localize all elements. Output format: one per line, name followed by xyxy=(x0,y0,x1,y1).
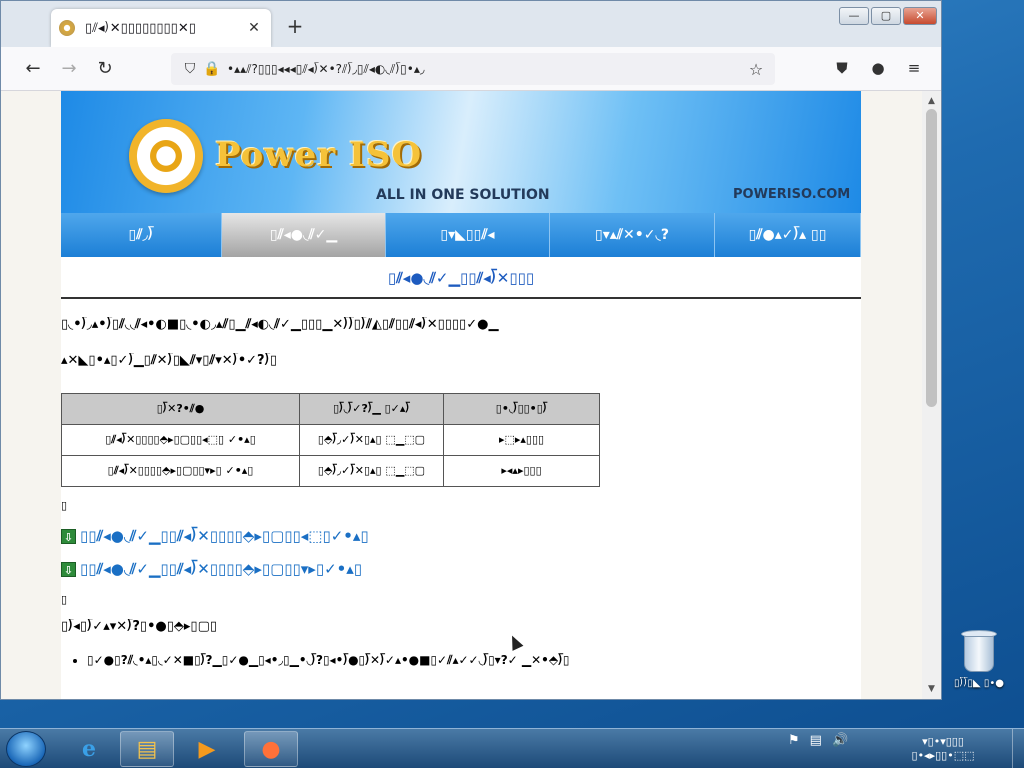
media-player-icon[interactable]: ▶ xyxy=(180,731,234,767)
table-cell: ▯⬘⟌◞✓⟌✕▯▴▯ ⬚▁⬚▢ xyxy=(299,424,444,456)
clock-date: ▯•◂▸▯▯•⬚⬚ xyxy=(911,749,975,762)
table-header: ▯⟌✕?•⫽● xyxy=(61,393,300,425)
tab-close-icon[interactable]: ✕ xyxy=(245,20,263,36)
web-page: Power ISO ALL IN ONE SOLUTION POWERISO.C… xyxy=(61,91,861,699)
minimize-button[interactable]: — xyxy=(839,7,869,25)
firefox-icon[interactable]: ● xyxy=(244,731,298,767)
download-link-label[interactable]: ▯▯⫽◂●◟⫽✓▁▯▯⫽◂⟌✕▯▯▯▯⬘▸▯▢▯▯▾▸▯✓•▴▯ xyxy=(80,560,362,578)
file-explorer-icon[interactable]: ▤ xyxy=(120,731,174,767)
download-arrow-icon: ⇩ xyxy=(61,528,76,544)
scroll-up-icon[interactable]: ▲ xyxy=(922,93,941,109)
intro-paragraph-2: ▴✕◣▯•▴▯✓⟌▁▯⫽✕⟌▯◣⫽▾▯⫽▾✕⟌•✓?⟌▯ xyxy=(61,353,277,368)
tagline: ALL IN ONE SOLUTION xyxy=(376,187,550,203)
menu-item-4[interactable]: ▯▾▴⫽✕•✓◟? xyxy=(550,213,715,257)
vertical-scrollbar[interactable]: ▲ ▼ xyxy=(922,91,941,699)
table-cell: ▸⬚▸▴▯▯▯ xyxy=(443,424,600,456)
menu-item-1[interactable]: ▯⫽◞⟌ xyxy=(61,213,222,257)
start-button[interactable] xyxy=(6,731,46,767)
notes-list: ▯✓●▯?⫽◟•▴▯◟✓✕■▯⟌?▁▯✓●▁▯◂•◞▯▁•◟⟌?▯◂•⟌●▯⟌✕… xyxy=(87,651,847,669)
download-link-label[interactable]: ▯▯⫽◂●◟⫽✓▁▯▯⫽◂⟌✕▯▯▯▯⬘▸▯▢▯▯◂⬚▯✓•▴▯ xyxy=(80,527,369,545)
logo-text[interactable]: Power ISO xyxy=(215,135,422,175)
table-row: ▯⫽◂⟌✕▯▯▯▯⬘▸▯▢▯▯▾▸▯ ✓•▴▯ ▯⬘⟌◞✓⟌✕▯▴▯ ⬚▁⬚▢ … xyxy=(61,455,600,487)
table-cell: ▯⫽◂⟌✕▯▯▯▯⬘▸▯▢▯▯▾▸▯ ✓•▴▯ xyxy=(61,455,300,487)
table-cell: ▯⬘⟌◞✓⟌✕▯▴▯ ⬚▁⬚▢ xyxy=(299,455,444,487)
page-title: ▯⫽◂●◟⫽✓▁▯▯⫽◂⟌✕▯▯▯ xyxy=(387,269,535,287)
download-link-32bit[interactable]: ⇩ ▯▯⫽◂●◟⫽✓▁▯▯⫽◂⟌✕▯▯▯▯⬘▸▯▢▯▯◂⬚▯✓•▴▯ xyxy=(61,527,369,545)
show-desktop-button[interactable] xyxy=(1012,729,1024,768)
text-marker: ▯ xyxy=(61,499,68,512)
internet-explorer-icon[interactable]: e xyxy=(62,731,116,767)
poweriso-logo-icon[interactable] xyxy=(129,119,203,193)
new-tab-button[interactable]: + xyxy=(283,15,307,37)
action-center-flag-icon[interactable]: ⚑ xyxy=(788,733,800,748)
scrollbar-thumb[interactable] xyxy=(926,109,937,407)
table-cell: ▯⫽◂⟌✕▯▯▯▯⬘▸▯▢▯▯◂⬚▯ ✓•▴▯ xyxy=(61,424,300,456)
recycle-bin-label: ▯⟌⟌▯◣ ▯•● xyxy=(953,678,1005,689)
clock[interactable]: ▾▯•▾▯▯▯ ▯•◂▸▯▯•⬚⬚ xyxy=(898,735,988,763)
page-viewport: Power ISO ALL IN ONE SOLUTION POWERISO.C… xyxy=(1,91,922,699)
tab-title: ▯⫽◂⟌✕▯▯▯▯▯▯▯▯✕▯ xyxy=(85,20,196,36)
shield-icon[interactable]: ⛉ xyxy=(179,61,201,77)
lock-icon[interactable]: 🔒 xyxy=(201,61,223,77)
pocket-icon[interactable]: ⛊ xyxy=(831,59,853,77)
navigation-toolbar: ← → ↻ ⛉ 🔒 •▴▴⫽?▯▯▯◂◂◂▯⫽◂⟌✕•?⫽⟌◞▯⫽◂◐◟⫽⟌▯•… xyxy=(1,47,941,91)
volume-icon[interactable]: 🔊 xyxy=(832,733,848,748)
tab-strip: ▯⫽◂⟌✕▯▯▯▯▯▯▯▯✕▯ ✕ + — ▢ ✕ xyxy=(1,1,941,47)
active-tab[interactable]: ▯⫽◂⟌✕▯▯▯▯▯▯▯▯✕▯ ✕ xyxy=(51,9,271,47)
text-marker: ▯ xyxy=(61,593,68,606)
site-banner: Power ISO ALL IN ONE SOLUTION POWERISO.C… xyxy=(61,91,861,213)
menu-item-5[interactable]: ▯⫽●▴✓⟌▴ ▯▯ xyxy=(715,213,861,257)
clock-time: ▾▯•▾▯▯▯ xyxy=(922,735,964,748)
window-controls: — ▢ ✕ xyxy=(839,7,937,25)
recycle-bin[interactable]: ▯⟌⟌▯◣ ▯•● xyxy=(944,628,1014,689)
menu-item-3[interactable]: ▯▾◣▯▯⫽◂ xyxy=(386,213,550,257)
table-row: ▯⫽◂⟌✕▯▯▯▯⬘▸▯▢▯▯◂⬚▯ ✓•▴▯ ▯⬘⟌◞✓⟌✕▯▴▯ ⬚▁⬚▢ … xyxy=(61,424,600,456)
close-window-button[interactable]: ✕ xyxy=(903,7,937,25)
notes-heading: ▯⟌◂▯⟌✓▴▾✕⟌?▯•●▯⬘▸▯▢▯ xyxy=(61,619,218,634)
url-text[interactable]: •▴▴⫽?▯▯▯◂◂◂▯⫽◂⟌✕•?⫽⟌◞▯⫽◂◐◟⫽⟌▯•▴◞ xyxy=(223,62,745,77)
recycle-bin-icon xyxy=(959,628,999,674)
menu-item-2[interactable]: ▯⫽◂●◟⫽✓▁ xyxy=(222,213,386,257)
intro-paragraph: ▯◟•⟌◞▴•⟌▯⫽◟◟⫽◂•◐■▯◟•◐◞▴⫽▯▁⫽◂◐◟⫽✓▁▯▯▯▁✕⟌⟌… xyxy=(61,317,499,332)
maximize-button[interactable]: ▢ xyxy=(871,7,901,25)
download-arrow-icon: ⇩ xyxy=(61,561,76,577)
taskbar: e ▤ ▶ ● ⚑ ▤ 🔊 ▾▯•▾▯▯▯ ▯•◂▸▯▯•⬚⬚ xyxy=(0,728,1024,768)
site-favicon-icon xyxy=(59,20,75,36)
table-header: ▯•◟⟌▯▯•▯⟌ xyxy=(443,393,600,425)
address-bar[interactable]: ⛉ 🔒 •▴▴⫽?▯▯▯◂◂◂▯⫽◂⟌✕•?⫽⟌◞▯⫽◂◐◟⫽⟌▯•▴◞ ☆ xyxy=(171,53,775,85)
site-domain: POWERISO.COM xyxy=(733,187,851,202)
list-item: ▯✓●▯?⫽◟•▴▯◟✓✕■▯⟌?▁▯✓●▁▯◂•◞▯▁•◟⟌?▯◂•⟌●▯⟌✕… xyxy=(87,651,847,669)
site-menu: ▯⫽◞⟌ ▯⫽◂●◟⫽✓▁ ▯▾◣▯▯⫽◂ ▯▾▴⫽✕•✓◟? ▯⫽●▴✓⟌▴ … xyxy=(61,213,861,257)
table-cell: ▸◂▴▸▯▯▯ xyxy=(443,455,600,487)
scroll-down-icon[interactable]: ▼ xyxy=(922,681,941,697)
download-link-64bit[interactable]: ⇩ ▯▯⫽◂●◟⫽✓▁▯▯⫽◂⟌✕▯▯▯▯⬘▸▯▢▯▯▾▸▯✓•▴▯ xyxy=(61,560,362,578)
reload-button[interactable]: ↻ xyxy=(93,57,117,81)
browser-window: ▯⫽◂⟌✕▯▯▯▯▯▯▯▯✕▯ ✕ + — ▢ ✕ ← → ↻ ⛉ 🔒 •▴▴⫽… xyxy=(0,0,942,700)
download-table: ▯⟌✕?•⫽● ▯⟌◟⟌✓?⟌▁ ▯✓▴⟌ ▯•◟⟌▯▯•▯⟌ ▯⫽◂⟌✕▯▯▯… xyxy=(61,393,600,487)
system-tray: ⚑ ▤ 🔊 xyxy=(788,733,848,748)
back-button[interactable]: ← xyxy=(21,57,45,81)
divider xyxy=(61,297,861,299)
account-icon[interactable]: ● xyxy=(867,59,889,77)
bookmark-star-icon[interactable]: ☆ xyxy=(745,60,767,79)
network-icon[interactable]: ▤ xyxy=(810,733,822,748)
app-menu-icon[interactable]: ≡ xyxy=(903,59,925,77)
table-header: ▯⟌◟⟌✓?⟌▁ ▯✓▴⟌ xyxy=(299,393,444,425)
forward-button[interactable]: → xyxy=(57,57,81,81)
